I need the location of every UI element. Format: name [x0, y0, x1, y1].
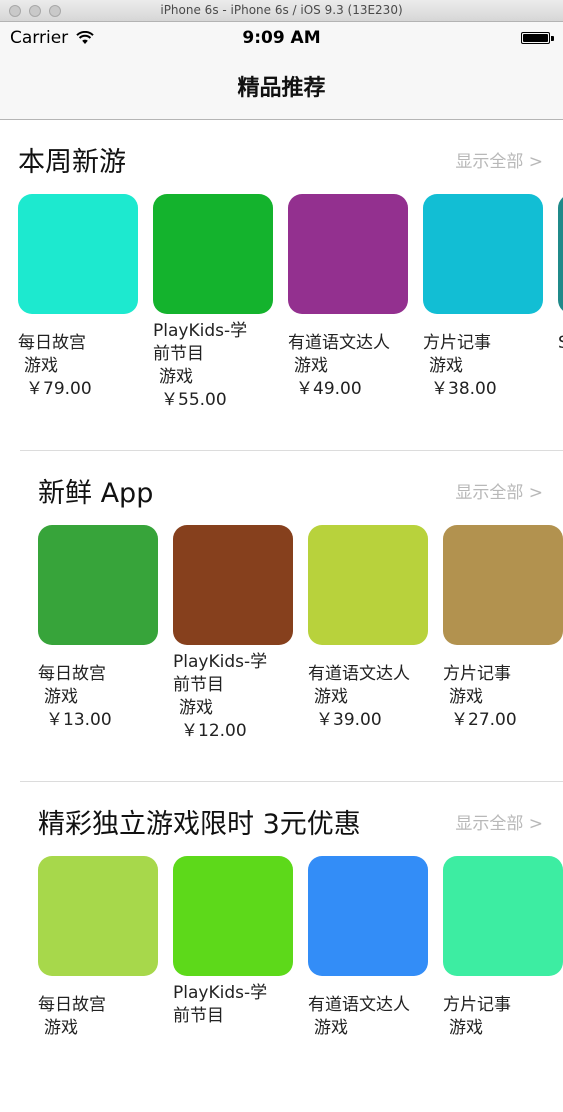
window-title: iPhone 6s - iPhone 6s / iOS 9.3 (13E230)	[160, 3, 403, 17]
app-card[interactable]: 每日故宫 游戏 ￥13.00	[38, 525, 158, 732]
app-icon[interactable]	[38, 525, 158, 645]
app-name: 有道语文达人	[308, 995, 410, 1015]
app-name: 方片记事	[443, 995, 511, 1015]
app-name: PlayKids-学	[173, 652, 268, 672]
navigation-bar: 精品推荐	[0, 54, 563, 120]
app-icon[interactable]	[38, 856, 158, 976]
app-icon[interactable]	[423, 194, 543, 314]
app-price: ￥39.00	[316, 710, 382, 730]
app-category: 游戏	[314, 1018, 348, 1038]
app-category: 游戏	[294, 356, 328, 376]
app-name: PlayKids-学	[153, 321, 248, 341]
battery-tip	[551, 36, 554, 41]
app-card[interactable]: 方片记事 游戏 ￥38.00	[423, 194, 543, 401]
app-category: 游戏	[24, 356, 58, 376]
section-fresh-apps: 新鲜 App 显示全部 > 每日故宫 游戏 ￥13.00 PlayKids-学 …	[20, 450, 563, 781]
app-card[interactable]: 方片记事 游戏	[443, 856, 563, 1040]
app-card[interactable]: 有道语文达人 游戏 ￥39.00	[308, 525, 428, 732]
status-bar: Carrier 9:09 AM	[0, 22, 563, 54]
app-icon[interactable]	[173, 525, 293, 645]
app-name-line2: 前节目	[173, 675, 224, 695]
app-row[interactable]: 每日故宫 游戏 ￥79.00 PlayKids-学 前节目 游戏 ￥55.00 …	[18, 194, 563, 434]
app-row[interactable]: 每日故宫 游戏 PlayKids-学 前节目 有道语文达人 游戏 方片记事 游戏	[38, 856, 563, 1096]
app-card[interactable]: S	[558, 194, 563, 355]
app-card[interactable]: 每日故宫 游戏	[38, 856, 158, 1040]
app-icon[interactable]	[153, 194, 273, 314]
app-price: ￥38.00	[431, 379, 497, 399]
app-card[interactable]: PlayKids-学 前节目	[173, 856, 293, 1028]
app-card[interactable]: PlayKids-学 前节目 游戏 ￥55.00	[153, 194, 273, 412]
content-scroll[interactable]: 本周新游 显示全部 > 每日故宫 游戏 ￥79.00 PlayKids-学 前节…	[0, 120, 563, 1112]
section-indie-game-deals: 精彩独立游戏限时 3元优惠 显示全部 > 每日故宫 游戏 PlayKids-学 …	[20, 781, 563, 1112]
app-icon[interactable]	[308, 525, 428, 645]
app-name: 每日故宫	[38, 664, 106, 684]
app-card[interactable]: 每日故宫 游戏 ￥79.00	[18, 194, 138, 401]
app-name: 方片记事	[443, 664, 511, 684]
app-card[interactable]: 方片记事 游戏 ￥27.00	[443, 525, 563, 732]
app-price: ￥49.00	[296, 379, 362, 399]
app-category: 游戏	[449, 687, 483, 707]
app-name: 每日故宫	[18, 333, 86, 353]
app-icon[interactable]	[558, 194, 563, 314]
app-name: 有道语文达人	[288, 333, 390, 353]
app-name: PlayKids-学	[173, 983, 268, 1003]
app-category: 游戏	[314, 687, 348, 707]
status-time: 9:09 AM	[242, 28, 321, 48]
app-price: ￥79.00	[26, 379, 92, 399]
app-card[interactable]: 有道语文达人 游戏	[308, 856, 428, 1040]
app-icon[interactable]	[173, 856, 293, 976]
app-category: 游戏	[44, 687, 78, 707]
app-category: 游戏	[429, 356, 463, 376]
app-price: ￥27.00	[451, 710, 517, 730]
app-category: 游戏	[449, 1018, 483, 1038]
section-title: 精彩独立游戏限时 3元优惠	[38, 809, 361, 840]
app-category: 游戏	[159, 367, 193, 387]
app-card[interactable]: PlayKids-学 前节目 游戏 ￥12.00	[173, 525, 293, 743]
section-title: 本周新游	[18, 147, 126, 178]
app-name: 每日故宫	[38, 995, 106, 1015]
app-card[interactable]: 有道语文达人 游戏 ￥49.00	[288, 194, 408, 401]
app-name: 有道语文达人	[308, 664, 410, 684]
show-all-link[interactable]: 显示全部 >	[455, 478, 543, 503]
section-weekly-new-games: 本周新游 显示全部 > 每日故宫 游戏 ￥79.00 PlayKids-学 前节…	[0, 120, 563, 450]
app-icon[interactable]	[288, 194, 408, 314]
app-icon[interactable]	[308, 856, 428, 976]
show-all-link[interactable]: 显示全部 >	[455, 147, 543, 172]
page-title: 精品推荐	[237, 76, 326, 101]
app-row[interactable]: 每日故宫 游戏 ￥13.00 PlayKids-学 前节目 游戏 ￥12.00 …	[38, 525, 563, 765]
app-name-line2: 前节目	[153, 344, 204, 364]
show-all-link[interactable]: 显示全部 >	[455, 809, 543, 834]
simulator-titlebar: iPhone 6s - iPhone 6s / iOS 9.3 (13E230)	[0, 0, 563, 22]
app-icon[interactable]	[443, 525, 563, 645]
app-name: 方片记事	[423, 333, 491, 353]
app-price: ￥55.00	[161, 390, 227, 410]
app-icon[interactable]	[443, 856, 563, 976]
section-title: 新鲜 App	[38, 478, 154, 509]
app-category: 游戏	[44, 1018, 78, 1038]
app-category: 游戏	[179, 698, 213, 718]
app-name: S	[558, 332, 563, 355]
battery-icon	[521, 32, 550, 44]
app-price: ￥12.00	[181, 721, 247, 741]
app-icon[interactable]	[18, 194, 138, 314]
app-name-line2: 前节目	[173, 1006, 224, 1026]
app-price: ￥13.00	[46, 710, 112, 730]
